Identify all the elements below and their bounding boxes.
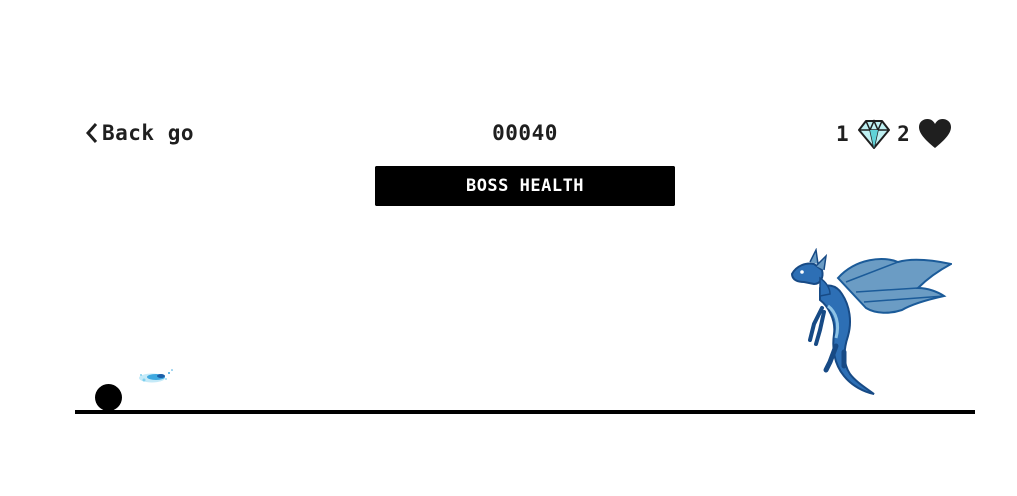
diamond-icon bbox=[858, 119, 891, 149]
back-button[interactable]: Back go bbox=[86, 118, 194, 148]
boss-health-label: BOSS HEALTH bbox=[465, 176, 585, 196]
dragon-boss bbox=[790, 248, 952, 395]
chevron-left-icon bbox=[86, 123, 98, 143]
back-button-label: Back go bbox=[102, 121, 195, 145]
status-group: 1 2 bbox=[830, 116, 952, 152]
boss-health-bar: BOSS HEALTH bbox=[375, 166, 675, 206]
ground-line bbox=[75, 410, 975, 414]
heart-icon bbox=[919, 119, 952, 148]
ice-projectile bbox=[139, 369, 173, 383]
score-counter: 00040 bbox=[492, 121, 558, 145]
player-ball bbox=[95, 384, 122, 411]
lives-count: 2 bbox=[897, 122, 911, 146]
gem-count: 1 bbox=[836, 122, 850, 146]
